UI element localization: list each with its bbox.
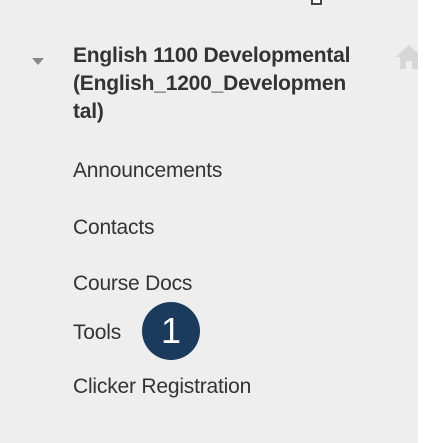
course-title[interactable]: English 1100 Developmental (English_1200…	[73, 42, 393, 126]
menu-item-tools[interactable]: Tools	[73, 319, 121, 347]
collapse-arrow-icon[interactable]	[32, 58, 44, 65]
course-title-line: (English_1200_Developmen	[73, 72, 346, 95]
checkbox-icon	[311, 0, 322, 5]
panel-edge	[418, 0, 430, 443]
course-menu-screenshot: English 1100 Developmental (English_1200…	[0, 0, 430, 443]
menu-item-course-docs[interactable]: Course Docs	[73, 270, 192, 298]
course-title-line: tal)	[73, 100, 104, 123]
menu-item-clicker-registration[interactable]: Clicker Registration	[73, 373, 251, 401]
menu-item-contacts[interactable]: Contacts	[73, 214, 154, 242]
course-menu-panel: English 1100 Developmental (English_1200…	[0, 0, 422, 443]
menu-item-announcements[interactable]: Announcements	[73, 157, 222, 185]
callout-number-badge: 1	[142, 302, 200, 360]
course-title-line: English 1100 Developmental	[73, 44, 351, 67]
